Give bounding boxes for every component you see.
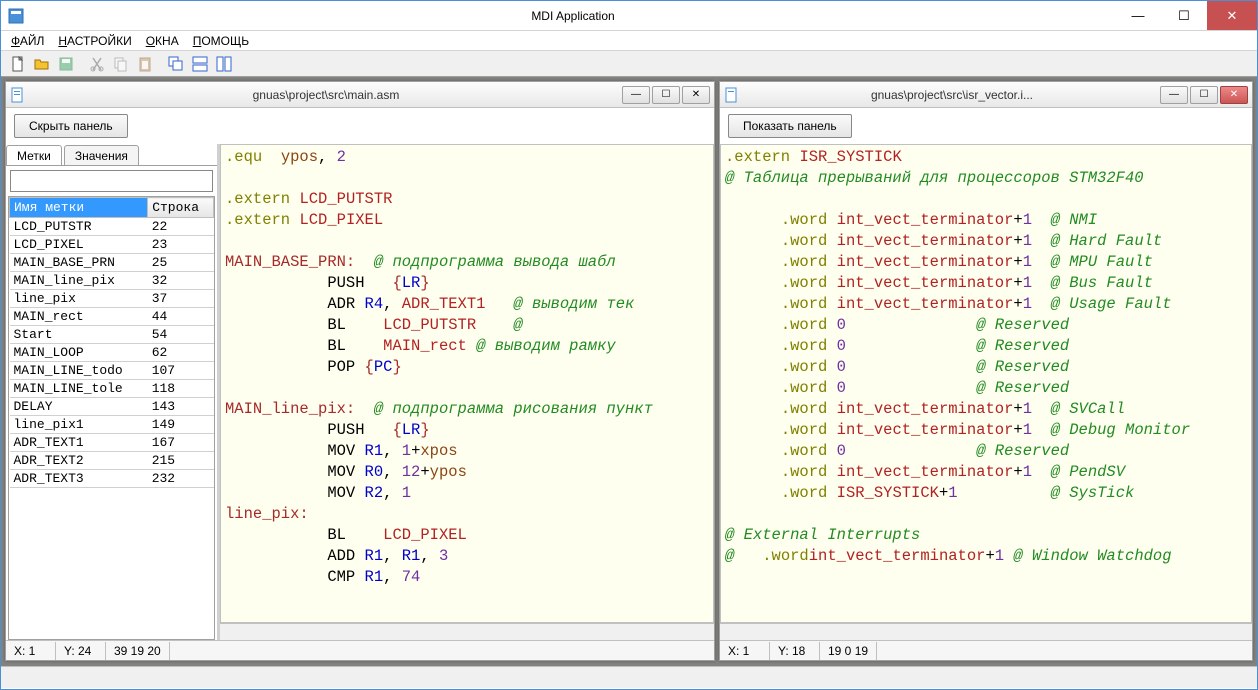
mdi-client-area: gnuas\project\src\main.asm — ☐ ✕ Скрыть …: [1, 77, 1257, 666]
window-controls: — ☐ ✕: [1115, 1, 1257, 30]
show-panel-button[interactable]: Показать панель: [728, 114, 852, 138]
label-search-input[interactable]: [10, 170, 213, 192]
menubar: ФАЙЛ НАСТРОЙКИ ОКНА ПОМОЩЬ: [1, 31, 1257, 51]
copy-icon[interactable]: [110, 53, 132, 75]
cut-icon[interactable]: [86, 53, 108, 75]
code-editor-right[interactable]: .extern ISR_SYSTICK @ Таблица прерываний…: [720, 144, 1252, 640]
app-icon: [1, 8, 31, 24]
mdi-titlebar[interactable]: gnuas\project\src\isr_vector.i... — ☐ ✕: [720, 82, 1252, 108]
mdi-window-title: gnuas\project\src\isr_vector.i...: [744, 88, 1160, 102]
horizontal-scrollbar[interactable]: [720, 623, 1252, 640]
tile-horizontal-icon[interactable]: [189, 53, 211, 75]
mdi-maximize-button[interactable]: ☐: [652, 86, 680, 104]
mdi-minimize-button[interactable]: —: [622, 86, 650, 104]
close-button[interactable]: ✕: [1207, 1, 1257, 30]
col-label-name[interactable]: Имя метки: [10, 198, 148, 218]
mdi-window-title: gnuas\project\src\main.asm: [30, 88, 622, 102]
new-file-icon[interactable]: [7, 53, 29, 75]
table-row[interactable]: LCD_PIXEL23: [10, 236, 214, 254]
cascade-windows-icon[interactable]: [165, 53, 187, 75]
statusbar-left: X: 1 Y: 24 39 19 20: [6, 640, 714, 660]
app-title: MDI Application: [31, 9, 1115, 23]
tab-labels[interactable]: Метки: [6, 145, 62, 165]
status-y: Y: 24: [56, 642, 106, 660]
document-icon: [724, 87, 740, 103]
table-row[interactable]: MAIN_LINE_tole118: [10, 380, 214, 398]
mdi-titlebar[interactable]: gnuas\project\src\main.asm — ☐ ✕: [6, 82, 714, 108]
table-row[interactable]: LCD_PUTSTR22: [10, 218, 214, 236]
mdi-minimize-button[interactable]: —: [1160, 86, 1188, 104]
table-row[interactable]: MAIN_LINE_todo107: [10, 362, 214, 380]
mdi-window-isr-vector: gnuas\project\src\isr_vector.i... — ☐ ✕ …: [719, 81, 1253, 661]
labels-side-panel: Метки Значения Имя метки Строка LCD_PUTS…: [6, 144, 220, 640]
table-row[interactable]: MAIN_LOOP62: [10, 344, 214, 362]
horizontal-scrollbar[interactable]: [220, 623, 714, 640]
hide-panel-button[interactable]: Скрыть панель: [14, 114, 128, 138]
app-titlebar: MDI Application — ☐ ✕: [1, 1, 1257, 31]
mdi-maximize-button[interactable]: ☐: [1190, 86, 1218, 104]
table-row[interactable]: ADR_TEXT1167: [10, 434, 214, 452]
app-statusbar: [1, 666, 1257, 688]
status-y: Y: 18: [770, 642, 820, 660]
code-editor-left[interactable]: .equ ypos, 2 .extern LCD_PUTSTR .extern …: [220, 144, 714, 640]
tab-values[interactable]: Значения: [64, 145, 139, 165]
toolbar: [1, 51, 1257, 77]
table-row[interactable]: ADR_TEXT2215: [10, 452, 214, 470]
open-file-icon[interactable]: [31, 53, 53, 75]
mdi-close-button[interactable]: ✕: [1220, 86, 1248, 104]
maximize-button[interactable]: ☐: [1161, 1, 1207, 30]
paste-icon[interactable]: [134, 53, 156, 75]
menu-help[interactable]: ПОМОЩЬ: [189, 32, 253, 50]
save-icon[interactable]: [55, 53, 77, 75]
minimize-button[interactable]: —: [1115, 1, 1161, 30]
mdi-window-main-asm: gnuas\project\src\main.asm — ☐ ✕ Скрыть …: [5, 81, 715, 661]
table-row[interactable]: MAIN_rect44: [10, 308, 214, 326]
statusbar-right: X: 1 Y: 18 19 0 19: [720, 640, 1252, 660]
tile-vertical-icon[interactable]: [213, 53, 235, 75]
menu-windows[interactable]: ОКНА: [142, 32, 183, 50]
menu-settings[interactable]: НАСТРОЙКИ: [54, 32, 135, 50]
table-row[interactable]: line_pix37: [10, 290, 214, 308]
table-row[interactable]: MAIN_BASE_PRN25: [10, 254, 214, 272]
status-x: X: 1: [6, 642, 56, 660]
col-label-line[interactable]: Строка: [148, 198, 214, 218]
table-row[interactable]: DELAY143: [10, 398, 214, 416]
document-icon: [10, 87, 26, 103]
table-row[interactable]: MAIN_line_pix32: [10, 272, 214, 290]
table-row[interactable]: Start54: [10, 326, 214, 344]
status-extra: 19 0 19: [820, 642, 877, 660]
labels-table[interactable]: Имя метки Строка LCD_PUTSTR22LCD_PIXEL23…: [8, 196, 215, 640]
table-row[interactable]: ADR_TEXT3232: [10, 470, 214, 488]
table-row[interactable]: line_pix1149: [10, 416, 214, 434]
status-x: X: 1: [720, 642, 770, 660]
mdi-close-button[interactable]: ✕: [682, 86, 710, 104]
menu-file[interactable]: ФАЙЛ: [7, 32, 48, 50]
status-extra: 39 19 20: [106, 642, 170, 660]
